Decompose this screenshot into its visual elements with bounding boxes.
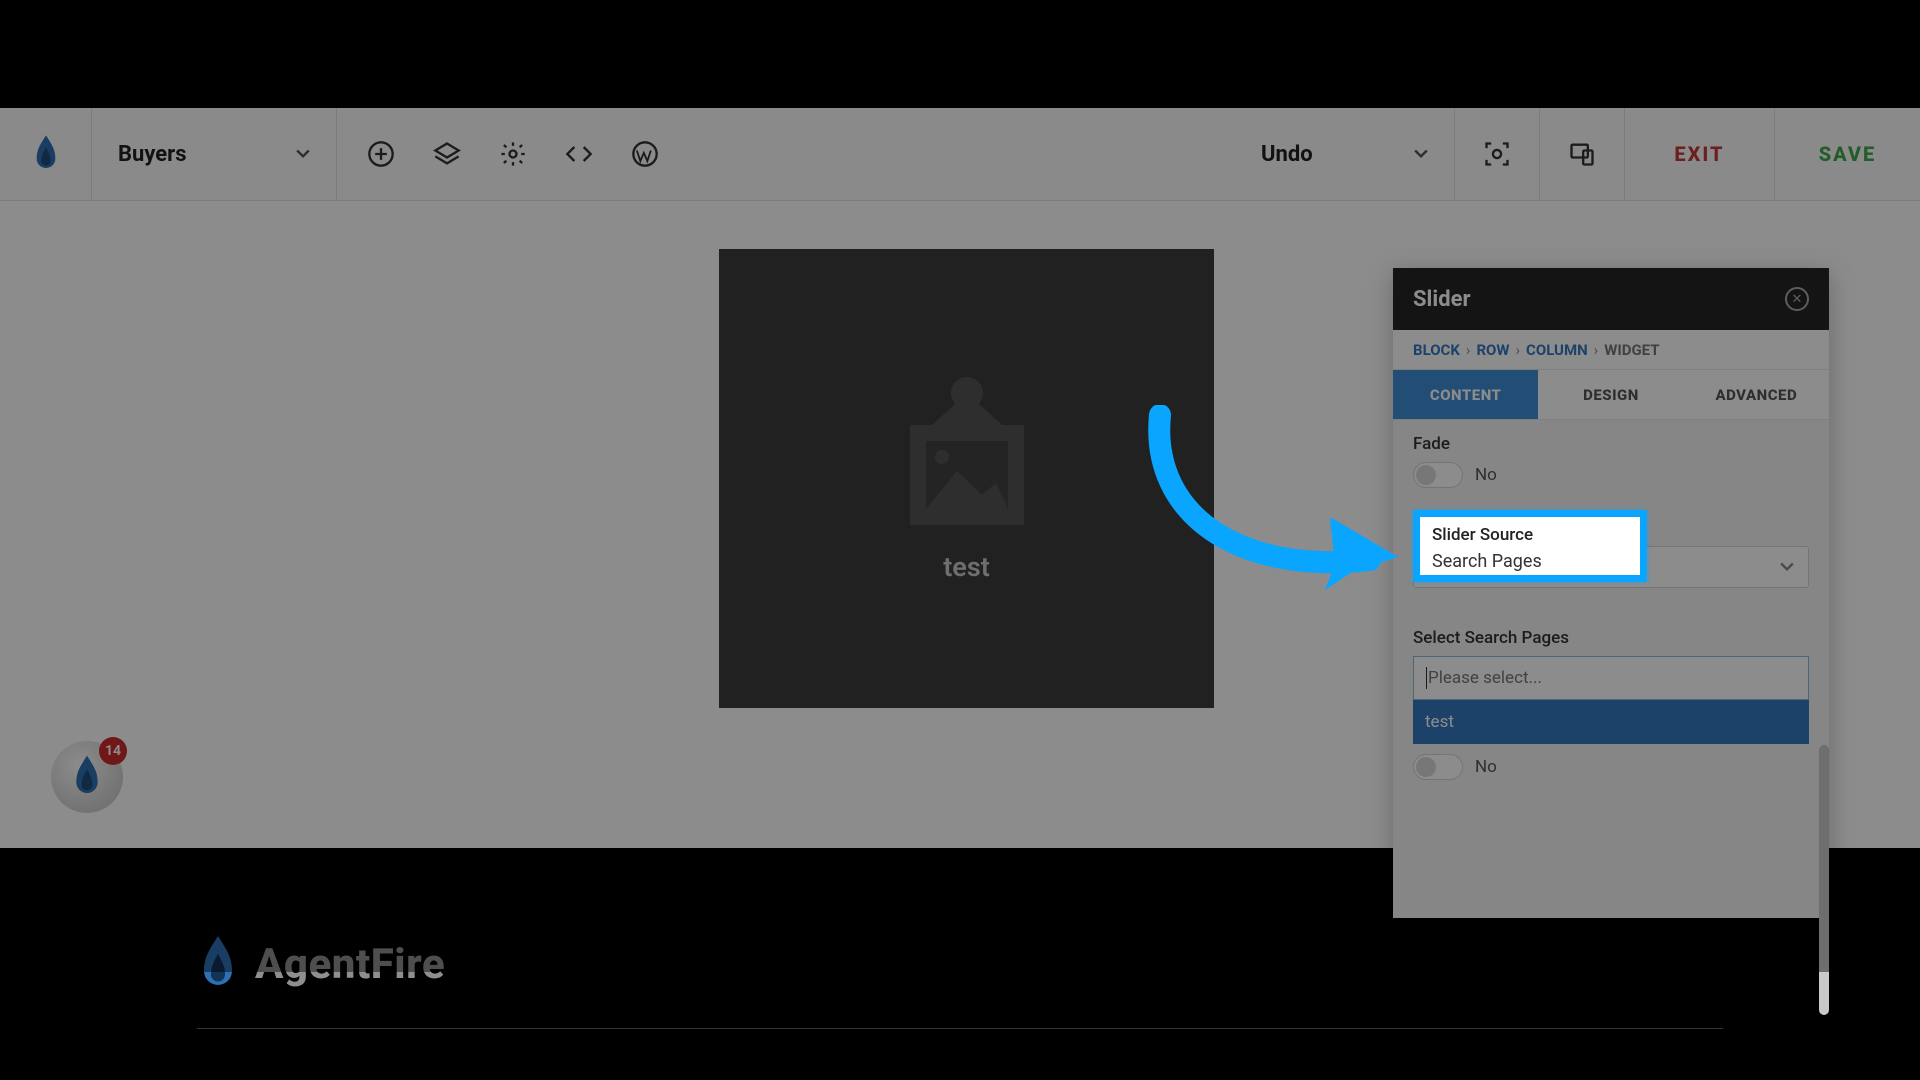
save-button[interactable]: SAVE (1775, 108, 1920, 200)
fade-value: No (1475, 465, 1497, 485)
option-label: test (1425, 712, 1454, 732)
highlight-value: Search Pages (1432, 551, 1628, 572)
chevron-down-icon (296, 147, 310, 161)
annotation-highlight: Slider Source Search Pages (1413, 510, 1647, 582)
focus-icon (1483, 140, 1511, 168)
breadcrumb-separator: › (1516, 341, 1521, 359)
preview-button[interactable] (1455, 108, 1540, 200)
panel-header: Slider ✕ (1393, 268, 1829, 330)
page-selector[interactable]: Buyers (92, 108, 337, 200)
fade-label: Fade (1413, 434, 1809, 454)
breadcrumb-row[interactable]: ROW (1476, 341, 1509, 359)
close-icon: ✕ (1792, 292, 1803, 307)
panel-title: Slider (1413, 287, 1471, 312)
devices-button[interactable] (1540, 108, 1625, 200)
brand-text: AgentFire (255, 940, 445, 989)
letterbox-top (0, 0, 1920, 108)
select-pages-option[interactable]: test (1413, 700, 1809, 744)
footer-brand: AgentFire (197, 936, 1723, 992)
flame-icon (197, 936, 239, 992)
page-name: Buyers (118, 142, 187, 167)
breadcrumb-separator: › (1466, 341, 1471, 359)
undo-button[interactable]: Undo (1235, 108, 1455, 200)
secondary-toggle[interactable] (1413, 754, 1463, 780)
select-pages-input[interactable]: Please select... (1413, 656, 1809, 700)
breadcrumb-block[interactable]: BLOCK (1413, 341, 1460, 359)
close-button[interactable]: ✕ (1785, 287, 1809, 311)
breadcrumb-widget: WIDGET (1604, 341, 1659, 359)
annotation-arrow (1120, 405, 1420, 615)
tab-design[interactable]: DESIGN (1538, 370, 1683, 419)
toolbar-spacer (689, 108, 1235, 200)
logo-button[interactable] (0, 108, 92, 200)
tab-advanced[interactable]: ADVANCED (1684, 370, 1829, 419)
flame-icon (71, 755, 103, 799)
flame-icon (32, 134, 60, 174)
breadcrumb-column[interactable]: COLUMN (1526, 341, 1588, 359)
code-icon[interactable] (565, 140, 593, 168)
exit-label: EXIT (1674, 142, 1724, 166)
image-placeholder: test (862, 375, 1072, 583)
highlight-label: Slider Source (1432, 525, 1628, 545)
widget-settings-panel: Slider ✕ BLOCK › ROW › COLUMN › WIDGET C… (1393, 268, 1829, 918)
select-pages-label: Select Search Pages (1413, 628, 1809, 648)
placeholder-icon (862, 375, 1072, 545)
footer-divider (197, 1028, 1723, 1029)
save-label: SAVE (1819, 142, 1877, 166)
layers-icon[interactable] (433, 140, 461, 168)
chevron-down-icon (1414, 147, 1428, 161)
help-badge[interactable]: 14 (51, 741, 123, 813)
toolbar-icons (337, 108, 689, 200)
placeholder-caption: test (943, 551, 990, 583)
select-pages-placeholder: Please select... (1428, 668, 1542, 688)
panel-scrollbar[interactable] (1819, 745, 1829, 1015)
toolbar: Buyers Undo EXIT SAVE (0, 108, 1920, 201)
undo-label: Undo (1261, 142, 1313, 167)
panel-breadcrumbs: BLOCK › ROW › COLUMN › WIDGET (1393, 330, 1829, 370)
wordpress-icon[interactable] (631, 140, 659, 168)
panel-tabs: CONTENT DESIGN ADVANCED (1393, 370, 1829, 420)
devices-icon (1568, 140, 1596, 168)
gear-icon[interactable] (499, 140, 527, 168)
notification-count: 14 (99, 737, 127, 765)
fade-toggle[interactable] (1413, 462, 1463, 488)
secondary-toggle-value: No (1475, 757, 1497, 777)
breadcrumb-separator: › (1594, 341, 1599, 359)
add-icon[interactable] (367, 140, 395, 168)
panel-body: Fade No Select Search Pages Please selec… (1393, 420, 1829, 918)
chevron-down-icon (1780, 560, 1794, 574)
exit-button[interactable]: EXIT (1625, 108, 1775, 200)
